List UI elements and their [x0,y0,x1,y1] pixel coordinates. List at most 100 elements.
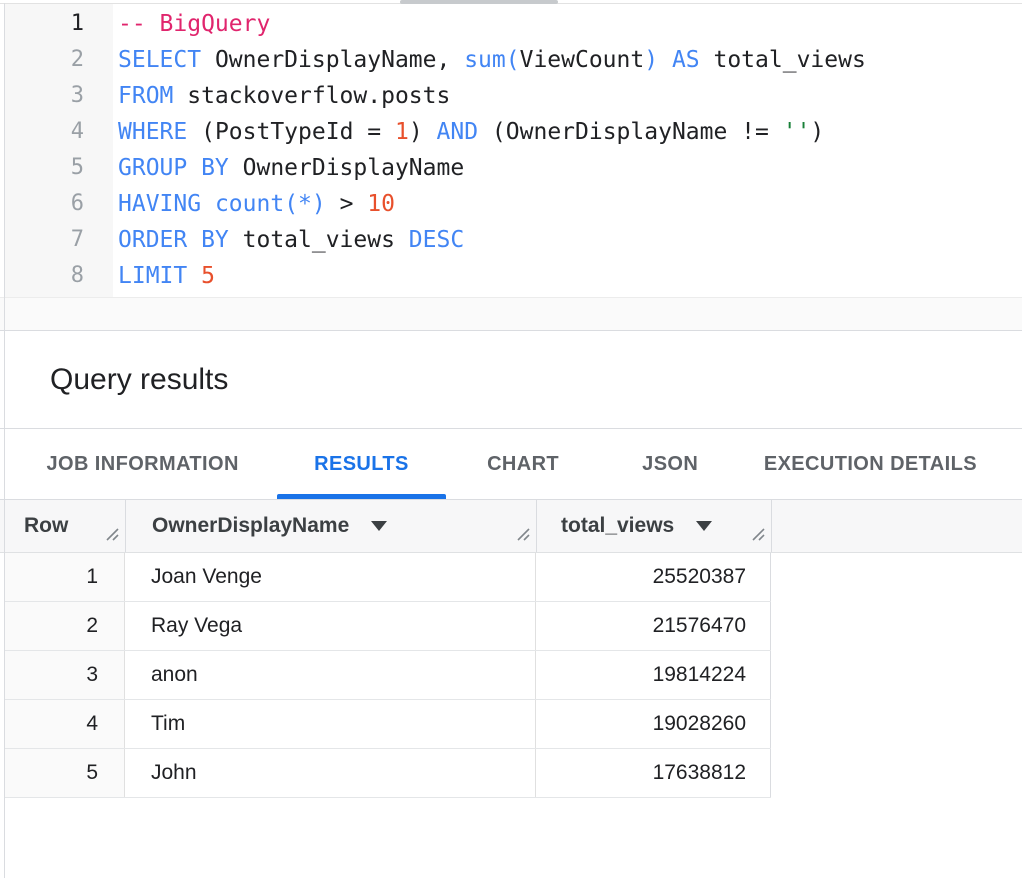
editor-code[interactable]: -- BigQuery SELECT OwnerDisplayName, sum(… [118,4,1022,294]
sql-token-kw: DESC [409,227,464,253]
sql-token-plain [187,263,201,289]
sql-token-kw: AND [437,119,479,145]
tab-label: RESULTS [314,453,409,476]
cell-total-views: 21576470 [536,602,771,650]
sql-token-plain: stackoverflow.posts [173,83,450,109]
sql-token-kw: SELECT [118,47,201,73]
sql-token-num: 1 [395,119,409,145]
sql-token-plain: > [326,191,368,217]
active-tab-underline [277,494,445,499]
tab-job-information[interactable]: JOB INFORMATION [28,429,257,499]
editor-gutter: 12345678 [5,4,113,297]
sql-token-plain: ) [409,119,437,145]
sql-token-num: 10 [367,191,395,217]
tab-label: CHART [487,453,559,476]
sql-editor[interactable]: 12345678 -- BigQuerySELECT OwnerDisplayN… [0,0,1022,330]
column-header-filler [771,500,1022,552]
sql-token-plain: total_views [229,227,409,253]
sql-token-plain: ) [810,119,824,145]
sql-token-fn: ) [644,47,658,73]
tab-label: EXECUTION DETAILS [764,453,977,476]
sql-token-comment: -- BigQuery [118,11,270,37]
column-dropdown-icon[interactable] [696,521,712,531]
code-line[interactable]: GROUP BY OwnerDisplayName [118,150,1022,186]
cell-row-number: 2 [5,602,125,650]
table-row: 4Tim19028260 [5,700,771,749]
column-label: Row [24,514,68,538]
sql-token-kw: AS [672,47,700,73]
cell-total-views: 25520387 [536,553,771,601]
sql-token-kw: ORDER BY [118,227,229,253]
cell-owner-display-name: Tim [125,700,536,748]
panel-left-border [4,3,5,878]
line-number: 1 [5,6,84,42]
sql-token-fn: count(*) [215,191,326,217]
sql-token-kw: FROM [118,83,173,109]
cell-row-number: 4 [5,700,125,748]
code-line[interactable]: HAVING count(*) > 10 [118,186,1022,222]
column-header-ownerdisplayname: OwnerDisplayName [125,500,536,552]
line-number: 2 [5,42,84,78]
code-line[interactable]: SELECT OwnerDisplayName, sum(ViewCount) … [118,42,1022,78]
column-resize-handle[interactable] [104,524,120,548]
tab-chart[interactable]: CHART [466,429,581,499]
column-header-row: Row [0,500,125,552]
sql-token-plain: OwnerDisplayName [229,155,464,181]
results-tab-bar: JOB INFORMATION RESULTS CHART JSON EXECUTION… [0,428,1022,500]
sql-token-plain: OwnerDisplayName, [201,47,464,73]
table-row: 1Joan Venge25520387 [5,553,771,602]
line-number: 6 [5,186,84,222]
query-results-title: Query results [50,363,228,397]
cell-total-views: 19028260 [536,700,771,748]
cell-row-number: 1 [5,553,125,601]
cell-row-number: 3 [5,651,125,699]
column-resize-handle[interactable] [750,524,766,548]
table-header-row: Row OwnerDisplayName total_views [0,500,1022,553]
tab-label: JSON [642,453,698,476]
sql-token-kw: LIMIT [118,263,187,289]
sql-token-kw: GROUP BY [118,155,229,181]
code-line[interactable]: ORDER BY total_views DESC [118,222,1022,258]
sql-token-str: '' [783,119,811,145]
resize-grip-icon [750,526,766,542]
column-label: total_views [561,514,674,538]
query-results-section: Query results [0,330,1022,428]
line-number: 4 [5,114,84,150]
cell-total-views: 19814224 [536,651,771,699]
code-line[interactable]: FROM stackoverflow.posts [118,78,1022,114]
code-line[interactable]: WHERE (PostTypeId = 1) AND (OwnerDisplay… [118,114,1022,150]
tab-execution-details[interactable]: EXECUTION DETAILS [760,429,1002,499]
results-table: Row OwnerDisplayName total_views 1Joan Ven… [0,500,1022,798]
sql-token-num: 5 [201,263,215,289]
table-row: 3anon19814224 [5,651,771,700]
table-row: 2Ray Vega21576470 [5,602,771,651]
column-resize-handle[interactable] [515,524,531,548]
tab-results[interactable]: RESULTS [277,429,445,499]
tab-json[interactable]: JSON [601,429,740,499]
line-number: 7 [5,222,84,258]
column-dropdown-icon[interactable] [371,521,387,531]
sql-token-kw: HAVING [118,191,201,217]
resize-grip-icon [515,526,531,542]
column-label: OwnerDisplayName [152,514,349,538]
code-line[interactable]: LIMIT 5 [118,258,1022,294]
sql-token-plain: total_views [700,47,866,73]
cell-total-views: 17638812 [536,749,771,797]
sql-token-plain [658,47,672,73]
line-number: 8 [5,258,84,294]
cell-owner-display-name: Ray Vega [125,602,536,650]
tab-label: JOB INFORMATION [47,453,239,476]
editor-footer-strip [0,297,1022,330]
sql-token-plain: ViewCount [520,47,645,73]
column-header-total_views: total_views [536,500,771,552]
table-row: 5John17638812 [5,749,771,798]
line-number: 5 [5,150,84,186]
cell-owner-display-name: John [125,749,536,797]
sql-token-plain: (OwnerDisplayName != [478,119,783,145]
code-line[interactable]: -- BigQuery [118,6,1022,42]
sql-token-kw: WHERE [118,119,187,145]
sql-token-fn: sum( [464,47,519,73]
cell-owner-display-name: Joan Venge [125,553,536,601]
sql-token-plain [201,191,215,217]
line-number: 3 [5,78,84,114]
